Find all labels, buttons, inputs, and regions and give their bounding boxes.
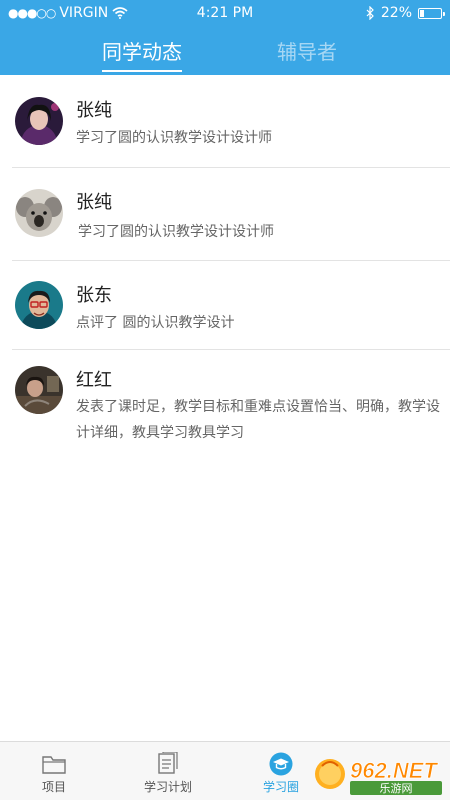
battery-percent: 22% <box>380 5 412 21</box>
list-item[interactable]: 红红 发表了课时足，教学目标和重难点设置恰当、明确，教学设计详细，教具学习教具学… <box>12 350 450 468</box>
battery-icon <box>418 7 445 19</box>
list-item[interactable]: 张纯 学习了圆的认识教学设计设计师 <box>12 75 450 168</box>
avatar <box>15 366 63 414</box>
active-tab-indicator <box>102 70 182 72</box>
user-name: 张纯 <box>76 100 112 121</box>
activity-text: 学习了圆的认识教学设计设计师 <box>76 130 272 146</box>
activity-text: 发表了课时足，教学目标和重难点设置恰当、明确，教学设计详细，教具学习教具学习 <box>76 399 440 441</box>
avatar <box>15 189 63 237</box>
tab-tutors[interactable]: 辅导者 <box>277 36 337 65</box>
status-bar: ●●●○○ VIRGIN 4:21 PM 22% <box>0 0 450 26</box>
header-tabs: 同学动态 辅导者 <box>0 30 450 75</box>
tab-label: 学习计划 <box>143 780 192 794</box>
activity-text: 学习了圆的认识教学设计设计师 <box>78 224 274 240</box>
folder-icon <box>42 756 66 774</box>
app-header: ●●●○○ VIRGIN 4:21 PM 22% 同学动态 辅导者 <box>0 0 450 75</box>
avatar <box>15 281 63 329</box>
svg-text:乐游网: 乐游网 <box>380 782 413 795</box>
user-name: 张东 <box>76 285 112 306</box>
graduation-cap-icon <box>269 752 293 776</box>
tab-label: 项目 <box>41 780 66 794</box>
list-item[interactable]: 张纯 学习了圆的认识教学设计设计师 <box>12 168 450 261</box>
activity-feed: 张纯 学习了圆的认识教学设计设计师 张纯 学习了圆的认识教学设计设计师 张东 点… <box>0 75 450 468</box>
watermark-logo: 962.NET 乐游网 <box>312 752 446 796</box>
list-item[interactable]: 张东 点评了 圆的认识教学设计 <box>12 261 450 350</box>
bluetooth-icon <box>366 6 374 20</box>
tab-study-plan[interactable]: 学习计划 <box>123 742 213 801</box>
user-name: 红红 <box>76 370 112 391</box>
activity-text: 点评了 圆的认识教学设计 <box>76 315 235 331</box>
user-name: 张纯 <box>76 192 112 213</box>
document-icon <box>158 752 178 774</box>
tab-projects[interactable]: 项目 <box>9 742 99 801</box>
svg-text:962.NET: 962.NET <box>350 758 438 783</box>
tab-classmates-activity[interactable]: 同学动态 <box>102 36 182 65</box>
avatar <box>15 97 63 145</box>
